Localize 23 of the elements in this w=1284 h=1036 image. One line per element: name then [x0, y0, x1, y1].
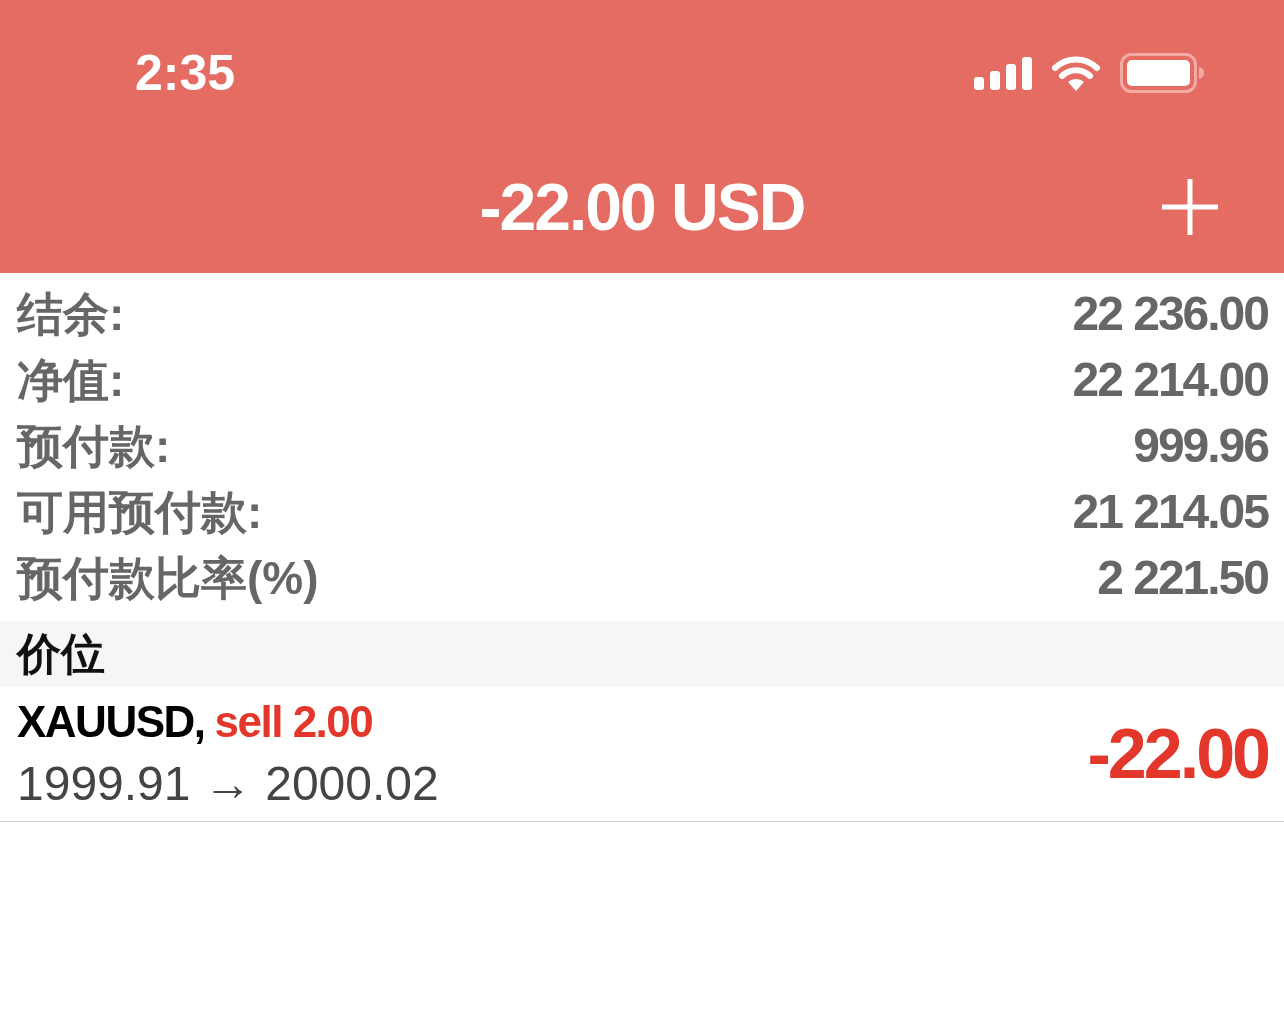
summary-label: 结余:: [17, 287, 125, 342]
summary-label: 可用预付款:: [17, 485, 263, 540]
position-row[interactable]: XAUUSD, sell 2.00 1999.91 → 2000.02 -22.00: [0, 687, 1284, 822]
status-time: 2:35: [135, 47, 236, 99]
profit-value: -22.00: [1087, 716, 1268, 792]
summary-value: 22 214.00: [1072, 352, 1268, 408]
symbol-label: XAUUSD,: [17, 697, 205, 747]
summary-value: 22 236.00: [1072, 286, 1268, 342]
battery-icon: [1120, 53, 1204, 93]
summary-label: 预付款:: [17, 419, 171, 474]
header-title: -22.00 USD: [479, 170, 805, 243]
plus-icon: [1162, 178, 1218, 235]
wifi-icon: [1051, 55, 1101, 91]
signal-icon: [974, 56, 1032, 90]
section-header: 价位: [0, 621, 1284, 687]
summary-label: 净值:: [17, 353, 125, 408]
order-label: sell 2.00: [214, 697, 373, 747]
summary-value: 2 221.50: [1097, 550, 1268, 606]
summary-value: 999.96: [1133, 418, 1268, 474]
price-range: 1999.91 → 2000.02: [17, 757, 439, 811]
summary-value: 21 214.05: [1072, 484, 1268, 540]
summary-label: 预付款比率(%): [17, 551, 319, 606]
add-button[interactable]: [1162, 178, 1218, 235]
